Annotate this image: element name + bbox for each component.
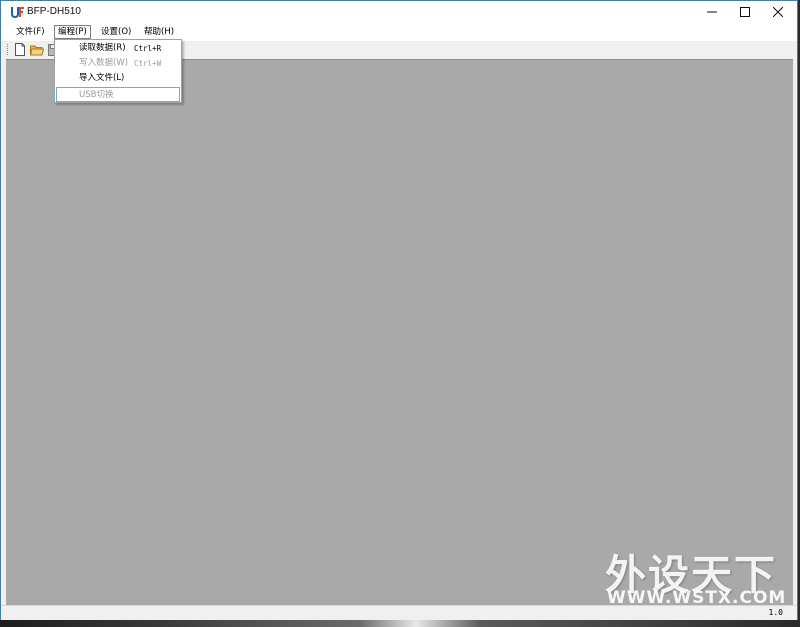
menu-help[interactable]: 帮助(H) <box>141 25 177 39</box>
menu-item-write-data[interactable]: 写入数据(W) Ctrl+W <box>56 56 180 71</box>
app-window: BFP-DH510 文件(F) 编程(P) 设置(O) 帮助(H) 1.0 读取… <box>0 0 798 620</box>
desktop-background <box>0 620 800 627</box>
menu-item-read-data[interactable]: 读取数据(R) Ctrl+R <box>56 41 180 56</box>
close-icon <box>773 7 783 17</box>
close-button[interactable] <box>761 1 795 23</box>
title-bar[interactable]: BFP-DH510 <box>1 1 797 23</box>
maximize-icon <box>740 7 750 17</box>
workspace-area[interactable] <box>6 59 793 606</box>
menu-item-label: 写入数据(W) <box>79 58 129 68</box>
menu-program[interactable]: 编程(P) <box>54 25 91 39</box>
minimize-icon <box>707 11 717 13</box>
program-menu-dropdown: 读取数据(R) Ctrl+R 写入数据(W) Ctrl+W 导入文件(L) US… <box>54 39 182 103</box>
version-label: 1.0 <box>768 608 783 617</box>
window-title: BFP-DH510 <box>27 6 81 17</box>
app-logo-icon <box>11 7 24 18</box>
menu-item-shortcut: Ctrl+W <box>134 59 162 68</box>
menu-item-label: USB切换 <box>79 90 114 100</box>
menu-item-usb-switch[interactable]: USB切换 <box>56 87 180 102</box>
toolbar-grip[interactable] <box>7 44 10 55</box>
minimize-button[interactable] <box>695 1 729 23</box>
new-file-icon <box>15 43 25 56</box>
maximize-button[interactable] <box>728 1 762 23</box>
open-file-button[interactable] <box>29 42 45 57</box>
menu-item-import-file[interactable]: 导入文件(L) <box>56 71 180 86</box>
menu-item-label: 读取数据(R) <box>79 43 126 53</box>
status-bar: 1.0 <box>1 605 797 620</box>
menu-file[interactable]: 文件(F) <box>13 25 48 39</box>
menu-item-label: 导入文件(L) <box>79 73 125 83</box>
new-file-button[interactable] <box>12 42 28 57</box>
open-folder-icon <box>30 45 44 55</box>
menu-settings[interactable]: 设置(O) <box>98 25 134 39</box>
menu-item-shortcut: Ctrl+R <box>134 44 162 53</box>
